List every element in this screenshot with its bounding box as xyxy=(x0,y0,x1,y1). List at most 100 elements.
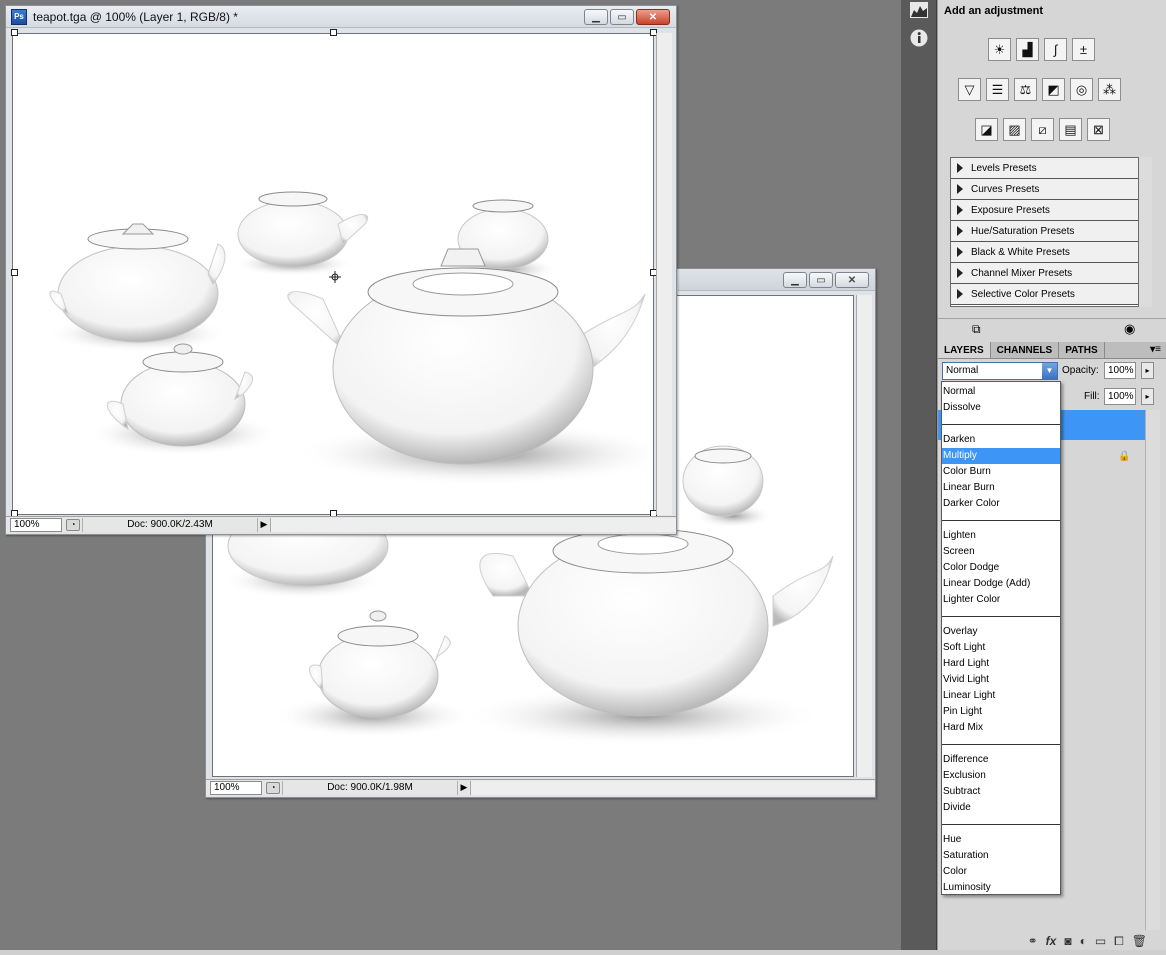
blend-option[interactable]: Color Dodge xyxy=(942,560,1060,576)
threshold-icon[interactable]: ⧄ xyxy=(1031,118,1054,141)
blend-option[interactable]: Hard Mix xyxy=(942,720,1060,736)
hue-saturation-icon[interactable]: ☰ xyxy=(986,78,1009,101)
restore-button[interactable]: ▭ xyxy=(610,9,634,25)
add-mask-icon[interactable]: ◙ xyxy=(1064,934,1071,948)
vibrance-icon[interactable]: ▽ xyxy=(958,78,981,101)
blend-option[interactable]: Hue xyxy=(942,832,1060,848)
presets-scrollbar[interactable] xyxy=(1139,157,1152,307)
blend-option[interactable]: Darken xyxy=(942,432,1060,448)
preset-label: Exposure Presets xyxy=(971,204,1050,216)
layers-scrollbar[interactable] xyxy=(1145,410,1160,930)
preset-item[interactable]: Black & White Presets xyxy=(951,242,1138,263)
blend-option[interactable]: Linear Dodge (Add) xyxy=(942,576,1060,592)
blend-option[interactable]: Luminosity xyxy=(942,880,1060,896)
title-bar-front[interactable]: Ps teapot.tga @ 100% (Layer 1, RGB/8) * … xyxy=(6,6,676,28)
blend-option[interactable]: Screen xyxy=(942,544,1060,560)
blend-option[interactable]: Overlay xyxy=(942,624,1060,640)
photo-filter-icon[interactable]: ◎ xyxy=(1070,78,1093,101)
visibility-toggle-icon[interactable]: ◉ xyxy=(1124,321,1135,337)
new-group-icon[interactable]: ▭ xyxy=(1095,934,1106,948)
levels-icon[interactable]: ▟ xyxy=(1016,38,1039,61)
document-window-front[interactable]: Ps teapot.tga @ 100% (Layer 1, RGB/8) * … xyxy=(5,5,677,535)
preset-item[interactable]: Channel Mixer Presets xyxy=(951,263,1138,284)
curves-icon[interactable]: ∫ xyxy=(1044,38,1067,61)
expand-triangle-icon xyxy=(957,289,963,299)
transform-handle-tc[interactable] xyxy=(330,29,337,36)
color-balance-icon[interactable]: ⚖ xyxy=(1014,78,1037,101)
blend-option[interactable]: Normal xyxy=(942,384,1060,400)
zoom-field-front[interactable]: 100% xyxy=(10,517,62,532)
info-panel-button[interactable] xyxy=(909,28,929,48)
fill-field[interactable]: 100% xyxy=(1104,388,1136,405)
clip-to-layer-icon[interactable]: ⧉ xyxy=(972,322,981,337)
histogram-panel-button[interactable] xyxy=(909,0,929,20)
canvas-front[interactable] xyxy=(12,33,654,515)
blend-option[interactable]: Lighten xyxy=(942,528,1060,544)
close-button[interactable]: ✕ xyxy=(636,9,670,25)
restore-button-back[interactable]: ▭ xyxy=(809,272,833,288)
tab-layers[interactable]: LAYERS xyxy=(938,342,991,358)
blend-option[interactable]: Soft Light xyxy=(942,640,1060,656)
blend-option[interactable]: Dissolve xyxy=(942,400,1060,416)
tab-paths[interactable]: PATHS xyxy=(1059,342,1105,358)
transform-handle-tl[interactable] xyxy=(11,29,18,36)
transform-handle-ml[interactable] xyxy=(11,269,18,276)
layers-panel-tabs: LAYERS CHANNELS PATHS ▾≡ xyxy=(938,342,1166,359)
blend-option[interactable]: Color Burn xyxy=(942,464,1060,480)
close-button-back[interactable]: ✕ xyxy=(835,272,869,288)
blend-option[interactable]: Hard Light xyxy=(942,656,1060,672)
horizontal-scrollbar-front[interactable] xyxy=(270,517,676,532)
new-layer-icon[interactable]: ⧠ xyxy=(1114,934,1124,949)
channel-mixer-icon[interactable]: ⁂ xyxy=(1098,78,1121,101)
blend-option[interactable]: Pin Light xyxy=(942,704,1060,720)
status-arrow-button[interactable]: ▶ xyxy=(458,782,470,793)
brightness-icon[interactable]: ☀ xyxy=(988,38,1011,61)
preset-item[interactable]: Selective Color Presets xyxy=(951,284,1138,305)
blend-option[interactable]: Linear Light xyxy=(942,688,1060,704)
status-menu-icon[interactable]: ◔ xyxy=(66,518,80,531)
blend-mode-select[interactable]: Normal ▼ xyxy=(942,362,1058,380)
zoom-field-back[interactable]: 100% xyxy=(210,780,262,795)
status-arrow-button[interactable]: ▶ xyxy=(258,519,270,530)
exposure-icon[interactable]: ± xyxy=(1072,38,1095,61)
blend-option[interactable]: Vivid Light xyxy=(942,672,1060,688)
blend-option[interactable]: Exclusion xyxy=(942,768,1060,784)
status-menu-icon[interactable]: ◔ xyxy=(266,781,280,794)
preset-item[interactable]: Exposure Presets xyxy=(951,200,1138,221)
fill-arrow[interactable]: ▸ xyxy=(1141,388,1154,405)
adjustments-title: Add an adjustment xyxy=(944,5,1044,17)
blend-option[interactable]: Lighter Color xyxy=(942,592,1060,608)
blend-option-highlighted[interactable]: Multiply xyxy=(942,448,1060,464)
panel-menu-icon[interactable]: ▾≡ xyxy=(1144,342,1166,358)
link-layers-icon[interactable]: ⚭ xyxy=(1028,934,1038,948)
invert-icon[interactable]: ◪ xyxy=(975,118,998,141)
trash-icon[interactable]: 🗑 xyxy=(1132,934,1147,948)
blend-option[interactable]: Subtract xyxy=(942,784,1060,800)
blend-option[interactable]: Darker Color xyxy=(942,496,1060,512)
opacity-arrow[interactable]: ▸ xyxy=(1141,362,1154,379)
title-bar-back[interactable]: ▁ ▭ ✕ xyxy=(678,269,875,291)
fx-icon[interactable]: fx xyxy=(1046,934,1057,948)
preset-item[interactable]: Levels Presets xyxy=(951,158,1138,179)
vertical-scrollbar-front[interactable] xyxy=(656,33,672,515)
blend-option[interactable]: Divide xyxy=(942,800,1060,816)
chevron-down-icon[interactable]: ▼ xyxy=(1042,363,1057,379)
selective-color-icon[interactable]: ⊠ xyxy=(1087,118,1110,141)
horizontal-scrollbar-back[interactable] xyxy=(470,780,875,795)
minimize-button[interactable]: ▁ xyxy=(584,9,608,25)
black-white-icon[interactable]: ◩ xyxy=(1042,78,1065,101)
posterize-icon[interactable]: ▨ xyxy=(1003,118,1026,141)
preset-label: Levels Presets xyxy=(971,162,1037,174)
opacity-field[interactable]: 100% xyxy=(1104,362,1136,379)
tab-channels[interactable]: CHANNELS xyxy=(991,342,1060,358)
new-adjustment-layer-icon[interactable]: ◐ xyxy=(1080,934,1087,948)
preset-item[interactable]: Curves Presets xyxy=(951,179,1138,200)
blend-option[interactable]: Saturation xyxy=(942,848,1060,864)
preset-item[interactable]: Hue/Saturation Presets xyxy=(951,221,1138,242)
blend-option[interactable]: Linear Burn xyxy=(942,480,1060,496)
blend-option[interactable]: Color xyxy=(942,864,1060,880)
blend-option[interactable]: Difference xyxy=(942,752,1060,768)
gradient-map-icon[interactable]: ▤ xyxy=(1059,118,1082,141)
minimize-button-back[interactable]: ▁ xyxy=(783,272,807,288)
vertical-scrollbar-back[interactable] xyxy=(856,295,872,777)
